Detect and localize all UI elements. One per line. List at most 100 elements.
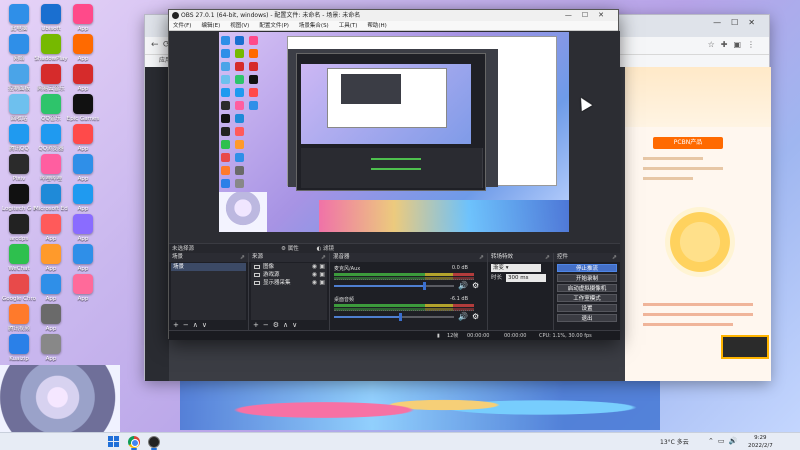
desktop-icon[interactable]: App bbox=[66, 34, 100, 62]
desktop-icon[interactable]: App bbox=[34, 304, 68, 332]
control-button[interactable]: 工作室模式 bbox=[557, 294, 617, 302]
lock-icon[interactable]: ▣ bbox=[319, 271, 325, 279]
source-item[interactable]: 显示器采集 ◉ ▣ bbox=[251, 279, 327, 287]
app-icon bbox=[73, 154, 93, 174]
dock-pin-icon[interactable]: ⇗ bbox=[612, 253, 617, 262]
speaker-icon[interactable]: 🔊 bbox=[458, 281, 468, 290]
visibility-icon[interactable]: ◉ bbox=[312, 271, 317, 279]
obs-menu-item[interactable]: 场景集合(S) bbox=[299, 23, 329, 29]
source-item[interactable]: 游戏源 ◉ ▣ bbox=[251, 271, 327, 279]
weather-widget[interactable]: 13°C 多云 bbox=[660, 437, 689, 446]
dock-pin-icon[interactable]: ⇗ bbox=[479, 253, 484, 262]
control-button[interactable]: 退出 bbox=[557, 314, 617, 322]
duration-input[interactable]: 300 ms bbox=[506, 274, 546, 282]
control-button[interactable]: 停止推流 bbox=[557, 264, 617, 272]
preview-icon bbox=[235, 49, 244, 58]
desktop-icon[interactable]: App bbox=[34, 334, 68, 362]
desktop-icon[interactable]: App bbox=[66, 184, 100, 212]
speaker-icon[interactable]: 🔊 bbox=[458, 312, 468, 321]
system-tray-icons[interactable]: ⌃▭🔊 bbox=[708, 437, 741, 445]
visibility-icon[interactable]: ◉ bbox=[312, 263, 317, 271]
desktop-icon[interactable]: App bbox=[34, 214, 68, 242]
obs-menu-item[interactable]: 帮助(H) bbox=[367, 23, 386, 29]
desktop-icon-label: ShadowPlay bbox=[34, 56, 68, 62]
desktop-icon[interactable]: Logitech G HUB bbox=[2, 184, 36, 212]
browser-toolbar-icons[interactable]: ☆✚▣⋮ bbox=[708, 40, 761, 49]
filters-button[interactable]: ◐ 滤镜 bbox=[316, 246, 342, 252]
sources-footer-buttons[interactable]: +−⚙∧∨ bbox=[249, 320, 329, 330]
preview-icon bbox=[235, 62, 244, 71]
track-settings-icon[interactable]: ⚙ bbox=[472, 312, 479, 321]
sources-list[interactable]: 图像 ◉ ▣ 游戏源 ◉ ▣ 显示器采集 ◉ ▣ bbox=[251, 263, 327, 320]
control-button[interactable]: 设置 bbox=[557, 304, 617, 312]
volume-knob[interactable] bbox=[423, 282, 426, 290]
browser-window-controls[interactable]: —☐✕ bbox=[713, 18, 765, 27]
desktop-icon[interactable]: App bbox=[66, 214, 100, 242]
desktop-icon[interactable]: 哔哩哔哩 bbox=[34, 154, 68, 182]
desktop-icon[interactable]: 回收站 bbox=[2, 94, 36, 122]
visibility-icon[interactable]: ◉ bbox=[312, 279, 317, 287]
dock-pin-icon[interactable]: ⇗ bbox=[545, 253, 550, 262]
obs-menu-item[interactable]: 工具(T) bbox=[339, 23, 358, 29]
desktop-icon[interactable]: Pixiv bbox=[2, 154, 36, 182]
desktop-icon[interactable]: WeChat bbox=[2, 244, 36, 272]
scene-item[interactable]: 场景 bbox=[171, 263, 246, 271]
dock-pin-icon[interactable]: ⇗ bbox=[321, 253, 326, 262]
chrome-taskbar-icon[interactable] bbox=[128, 436, 140, 448]
obs-menu-item[interactable]: 配置文件(P) bbox=[259, 23, 289, 29]
lock-icon[interactable]: ▣ bbox=[319, 263, 325, 271]
desktop-icon[interactable]: App bbox=[66, 4, 100, 32]
lock-icon[interactable]: ▣ bbox=[319, 279, 325, 287]
obs-menu-item[interactable]: 文件(F) bbox=[173, 23, 191, 29]
source-type-icon bbox=[254, 265, 260, 269]
desktop-icon[interactable]: 腾讯QQ bbox=[2, 124, 36, 152]
stream-page-right-panel: PCBN产品 bbox=[625, 67, 771, 381]
volume-slider[interactable] bbox=[334, 282, 454, 290]
pcbn-badge[interactable]: PCBN产品 bbox=[653, 137, 723, 149]
desktop-icon[interactable]: App bbox=[34, 274, 68, 302]
desktop-icon[interactable]: 控制面板 bbox=[2, 64, 36, 92]
desktop-icon[interactable]: App bbox=[66, 64, 100, 92]
control-button[interactable]: 启动虚拟摄像机 bbox=[557, 284, 617, 292]
desktop-icon[interactable]: Microsoft Edge bbox=[34, 184, 68, 212]
control-button[interactable]: 开始录制 bbox=[557, 274, 617, 282]
transition-type-select[interactable]: 渐变 ▾ bbox=[491, 264, 541, 272]
desktop-icon[interactable]: App bbox=[66, 244, 100, 272]
desktop-icon[interactable]: App bbox=[66, 154, 100, 182]
track-settings-icon[interactable]: ⚙ bbox=[472, 281, 479, 290]
desktop-icon[interactable]: arcdps bbox=[2, 214, 36, 242]
desktop-icon[interactable]: Epic Games bbox=[66, 94, 100, 122]
scenes-list[interactable]: 场景 bbox=[171, 263, 246, 320]
desktop-icon[interactable]: 腾讯视频 bbox=[2, 304, 36, 332]
source-item[interactable]: 图像 ◉ ▣ bbox=[251, 263, 327, 271]
desktop-icon[interactable]: App bbox=[66, 274, 100, 302]
filters-label: 滤镜 bbox=[323, 246, 335, 252]
app-icon bbox=[41, 184, 61, 204]
desktop-icon[interactable]: ShadowPlay bbox=[34, 34, 68, 62]
desktop-icon[interactable]: Kuaizip bbox=[2, 334, 36, 362]
clock[interactable]: 9:29 2022/2/7 bbox=[748, 434, 773, 450]
back-icon[interactable]: ← bbox=[151, 40, 159, 50]
obs-taskbar-icon[interactable] bbox=[148, 436, 160, 448]
desktop-icon[interactable]: QQ浏览器 bbox=[34, 124, 68, 152]
obs-menu-item[interactable]: 编辑(E) bbox=[201, 23, 220, 29]
dock-pin-icon[interactable]: ⇗ bbox=[240, 253, 245, 262]
desktop-icon[interactable]: 此电脑 bbox=[2, 4, 36, 32]
clock-date: 2022/2/7 bbox=[748, 443, 773, 449]
desktop-icon[interactable]: QQ音乐 bbox=[34, 94, 68, 122]
desktop-icon[interactable]: 网易云音乐 bbox=[34, 64, 68, 92]
desktop-icon[interactable]: App bbox=[66, 124, 100, 152]
scenes-footer-buttons[interactable]: +−∧∨ bbox=[169, 320, 248, 330]
start-icon[interactable] bbox=[108, 436, 120, 448]
properties-button[interactable]: ⚙ 属性 bbox=[281, 246, 307, 252]
desktop-icon[interactable]: App bbox=[34, 244, 68, 272]
desktop-icon[interactable]: Google Chrome bbox=[2, 274, 36, 302]
obs-menu-item[interactable]: 视图(V) bbox=[230, 23, 249, 29]
desktop-icon[interactable]: 网络 bbox=[2, 34, 36, 62]
volume-slider[interactable] bbox=[334, 313, 454, 321]
mixer-dock: 混音器 ⇗ 麦克风/Aux 0.0 dB 🔊 ⚙ 桌面音频 -6.1 dB 🔊 ⚙ bbox=[330, 253, 488, 330]
volume-knob[interactable] bbox=[399, 313, 402, 321]
obs-preview-canvas[interactable] bbox=[169, 31, 620, 243]
desktop-icon[interactable]: Ubisoft bbox=[34, 4, 68, 32]
obs-window-controls[interactable]: —☐✕ bbox=[565, 10, 614, 21]
